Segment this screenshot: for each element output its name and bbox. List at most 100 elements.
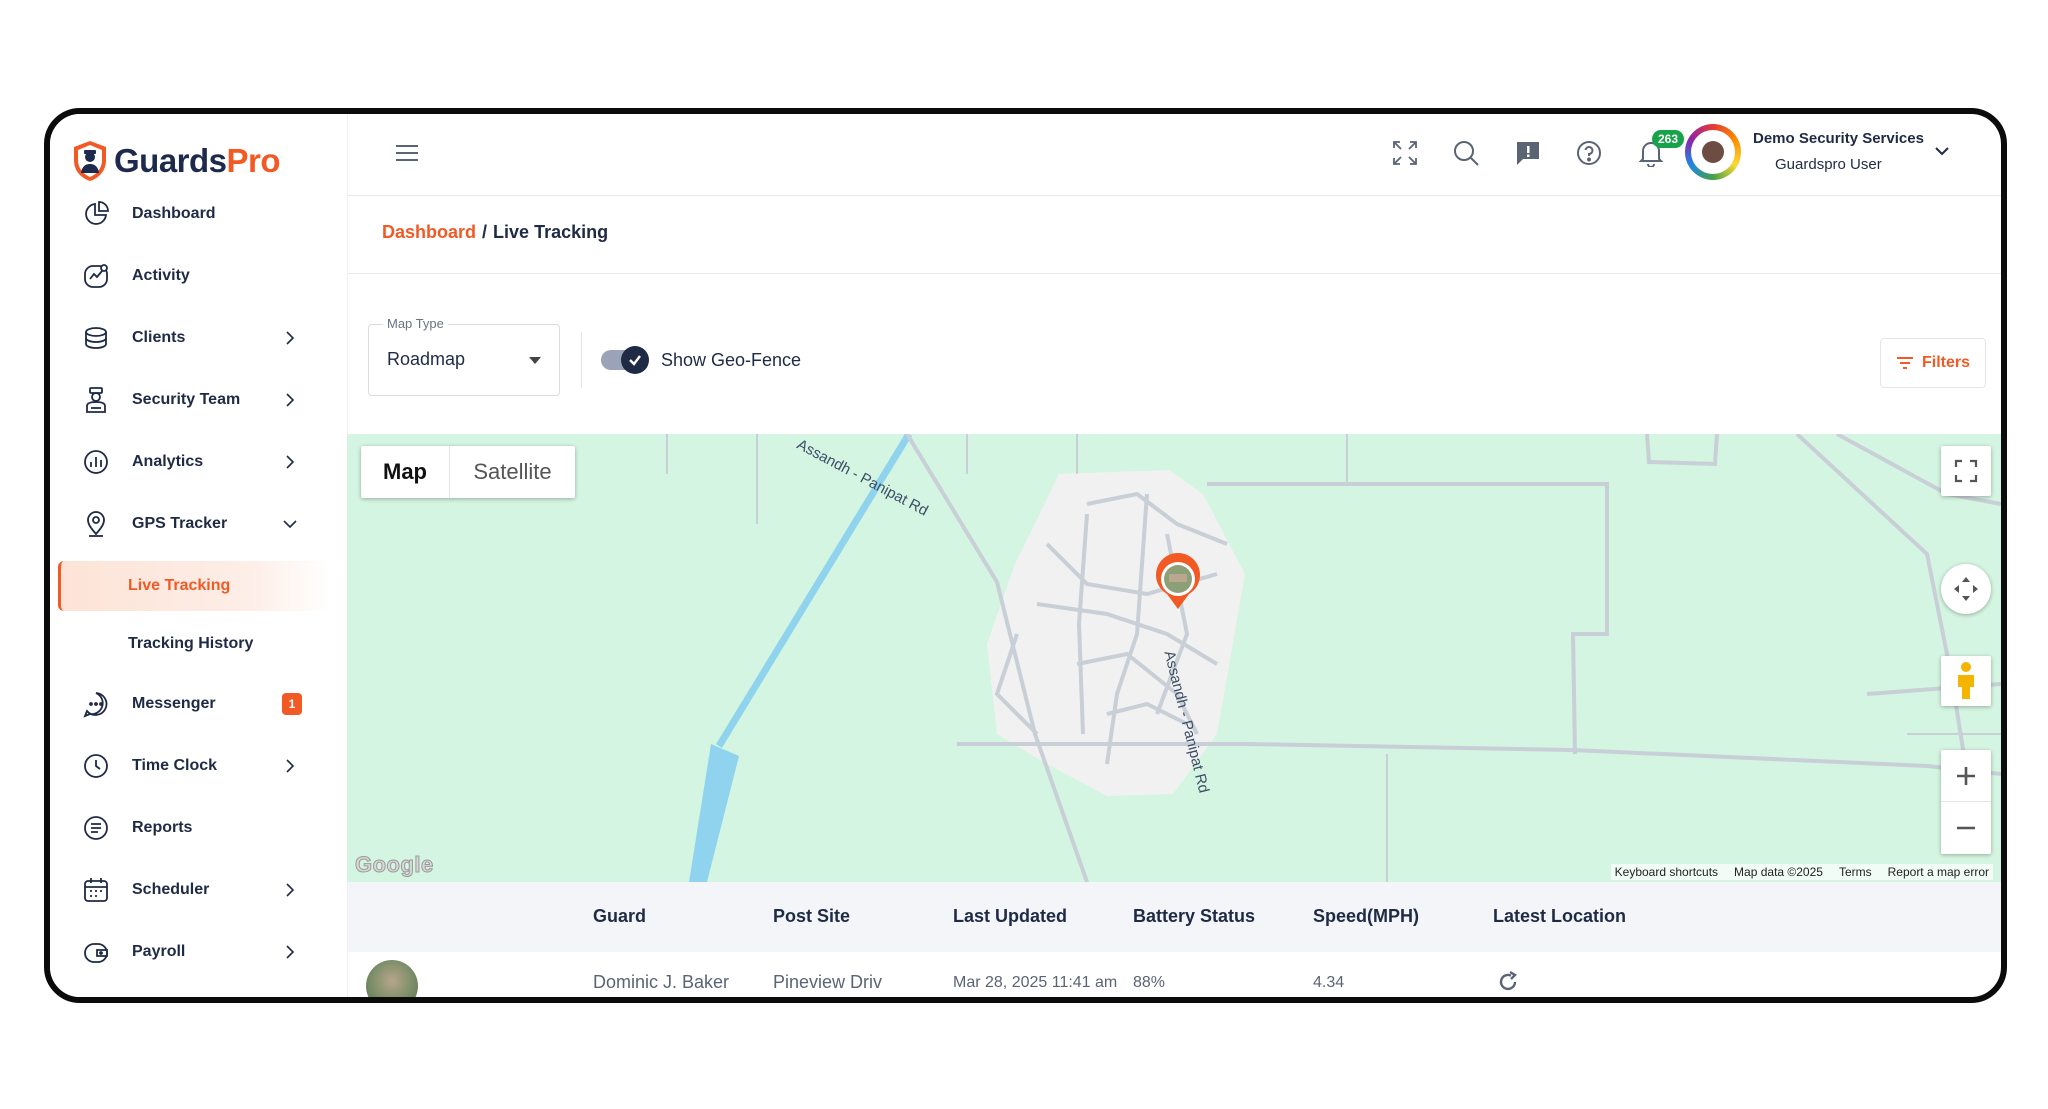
speed: 4.34: [1313, 974, 1345, 991]
top-bar: 263 Demo Security Services Guardspro Use…: [347, 114, 2001, 196]
device-frame: GuardsPro Dashboard Activity Clients Sec…: [44, 108, 2007, 1003]
hamburger-menu-icon[interactable]: [394, 140, 420, 166]
checkmark-icon: [621, 346, 649, 374]
user-role: Guardspro User: [1775, 156, 1882, 173]
sidebar-item-label: Analytics: [132, 453, 204, 470]
breadcrumb: Dashboard / Live Tracking: [382, 222, 608, 243]
map-controls-bar: Map Type Roadmap Show Geo-Fence Filters: [347, 274, 2001, 434]
help-icon[interactable]: [1572, 136, 1606, 170]
sidebar-item-analytics[interactable]: Analytics: [68, 440, 318, 484]
plus-icon: [1957, 766, 1975, 785]
chat-icon: [80, 688, 112, 720]
column-header-post-site[interactable]: Post Site: [773, 906, 850, 927]
zoom-out-button[interactable]: [1941, 802, 1991, 854]
geofence-label: Show Geo-Fence: [661, 350, 802, 370]
user-avatar[interactable]: [1685, 124, 1741, 180]
sidebar-item-label: Security Team: [132, 391, 241, 408]
chevron-right-icon: [286, 331, 295, 345]
sidebar-item-clients[interactable]: Clients: [68, 316, 318, 360]
sidebar-item-payroll[interactable]: Payroll: [68, 930, 318, 974]
sidebar-item-activity[interactable]: Activity: [68, 254, 318, 298]
keyboard-shortcuts-link[interactable]: Keyboard shortcuts: [1615, 865, 1718, 879]
guardspro-logo-icon: [74, 141, 106, 181]
map-type-select[interactable]: Map Type Roadmap: [368, 316, 560, 396]
table-row[interactable]: Dominic J. Baker Pineview Driv Mar 28, 2…: [347, 952, 2001, 997]
search-icon[interactable]: [1449, 136, 1483, 170]
sidebar-item-label: Activity: [132, 267, 190, 284]
geofence-toggle[interactable]: [601, 346, 649, 374]
sidebar-item-messenger[interactable]: Messenger 1: [68, 682, 318, 726]
breadcrumb-separator: /: [482, 222, 488, 242]
sidebar-item-label: Dashboard: [132, 205, 216, 222]
messenger-badge: 1: [282, 693, 302, 715]
pan-arrows-icon: [1954, 577, 1978, 601]
activity-icon: [80, 260, 112, 292]
reports-icon: [80, 812, 112, 844]
feedback-icon[interactable]: [1511, 136, 1545, 170]
sidebar-item-gps-tracker[interactable]: GPS Tracker: [68, 502, 318, 546]
sidebar-item-label: Live Tracking: [128, 577, 231, 594]
zoom-in-button[interactable]: [1941, 750, 1991, 802]
security-team-icon: [80, 384, 112, 416]
sidebar-item-tracking-history[interactable]: Tracking History: [58, 619, 330, 669]
divider: [581, 332, 582, 388]
last-updated: Mar 28, 2025 11:41 am: [953, 974, 1118, 991]
sidebar-item-reports[interactable]: Reports: [68, 806, 318, 850]
breadcrumb-dashboard-link[interactable]: Dashboard: [382, 222, 476, 242]
sidebar-item-security-team[interactable]: Security Team: [68, 378, 318, 422]
sidebar-item-label: Tracking History: [128, 635, 254, 652]
map-data-text: Map data ©2025: [1734, 865, 1823, 879]
map-type-value: Roadmap: [387, 349, 466, 369]
map-fullscreen-button[interactable]: [1941, 446, 1991, 496]
map-type-label: Map Type: [383, 316, 448, 331]
chevron-right-icon: [286, 883, 295, 897]
filter-icon: [1896, 357, 1913, 369]
sidebar-item-dashboard[interactable]: Dashboard: [68, 192, 318, 236]
report-map-error-link[interactable]: Report a map error: [1888, 865, 1989, 879]
sidebar-item-label: GPS Tracker: [132, 515, 228, 532]
breadcrumb-current: Live Tracking: [493, 222, 609, 242]
company-name: Demo Security Services: [1753, 130, 1924, 147]
column-header-battery-status[interactable]: Battery Status: [1133, 906, 1255, 927]
filters-button[interactable]: Filters: [1880, 338, 1986, 388]
zoom-control: [1941, 750, 1991, 854]
street-view-pegman[interactable]: [1941, 656, 1991, 706]
clock-icon: [80, 750, 112, 782]
map-view[interactable]: Assandh - Panipat Rd Assandh - Panipat R…: [347, 434, 2001, 882]
notifications-count-badge: 263: [1652, 130, 1685, 148]
chevron-right-icon: [286, 759, 295, 773]
post-site: Pineview Driv: [773, 972, 883, 992]
sidebar-item-label: Time Clock: [132, 757, 218, 774]
sidebar-item-time-clock[interactable]: Time Clock: [68, 744, 318, 788]
sidebar-item-label: Clients: [132, 329, 186, 346]
chevron-right-icon: [286, 945, 295, 959]
sidebar-item-label: Reports: [132, 819, 193, 836]
terms-link[interactable]: Terms: [1839, 865, 1872, 879]
chevron-down-icon[interactable]: [1931, 140, 1953, 162]
sidebar-item-live-tracking[interactable]: Live Tracking: [58, 561, 330, 611]
fullscreen-icon[interactable]: [1388, 136, 1422, 170]
refresh-location-icon[interactable]: [1496, 970, 1520, 997]
satellite-button[interactable]: Satellite: [449, 446, 575, 498]
map-type-toggle: Map Satellite: [361, 446, 575, 498]
chevron-right-icon: [286, 455, 295, 469]
location-pin-icon: [80, 508, 112, 540]
column-header-guard[interactable]: Guard: [593, 906, 646, 927]
breadcrumb-bar: Dashboard / Live Tracking: [347, 196, 2001, 274]
notifications-bell-icon[interactable]: 263: [1634, 130, 1685, 170]
map-camera-control[interactable]: [1941, 564, 1991, 614]
column-header-last-updated[interactable]: Last Updated: [953, 906, 1067, 927]
logo[interactable]: GuardsPro: [72, 138, 281, 184]
sidebar-item-scheduler[interactable]: Scheduler: [68, 868, 318, 912]
column-header-speed[interactable]: Speed(MPH): [1313, 906, 1419, 927]
table-header: Guard Post Site Last Updated Battery Sta…: [347, 882, 2001, 952]
google-logo: Google: [355, 852, 434, 878]
guard-avatar: [366, 960, 418, 997]
sidebar: GuardsPro Dashboard Activity Clients Sec…: [50, 114, 347, 997]
minus-icon: [1957, 826, 1975, 830]
dropdown-caret-icon: [529, 357, 541, 364]
column-header-latest-location[interactable]: Latest Location: [1493, 906, 1626, 927]
chevron-down-icon: [283, 520, 297, 529]
map-button[interactable]: Map: [361, 446, 449, 498]
pegman-icon: [1958, 662, 1974, 699]
